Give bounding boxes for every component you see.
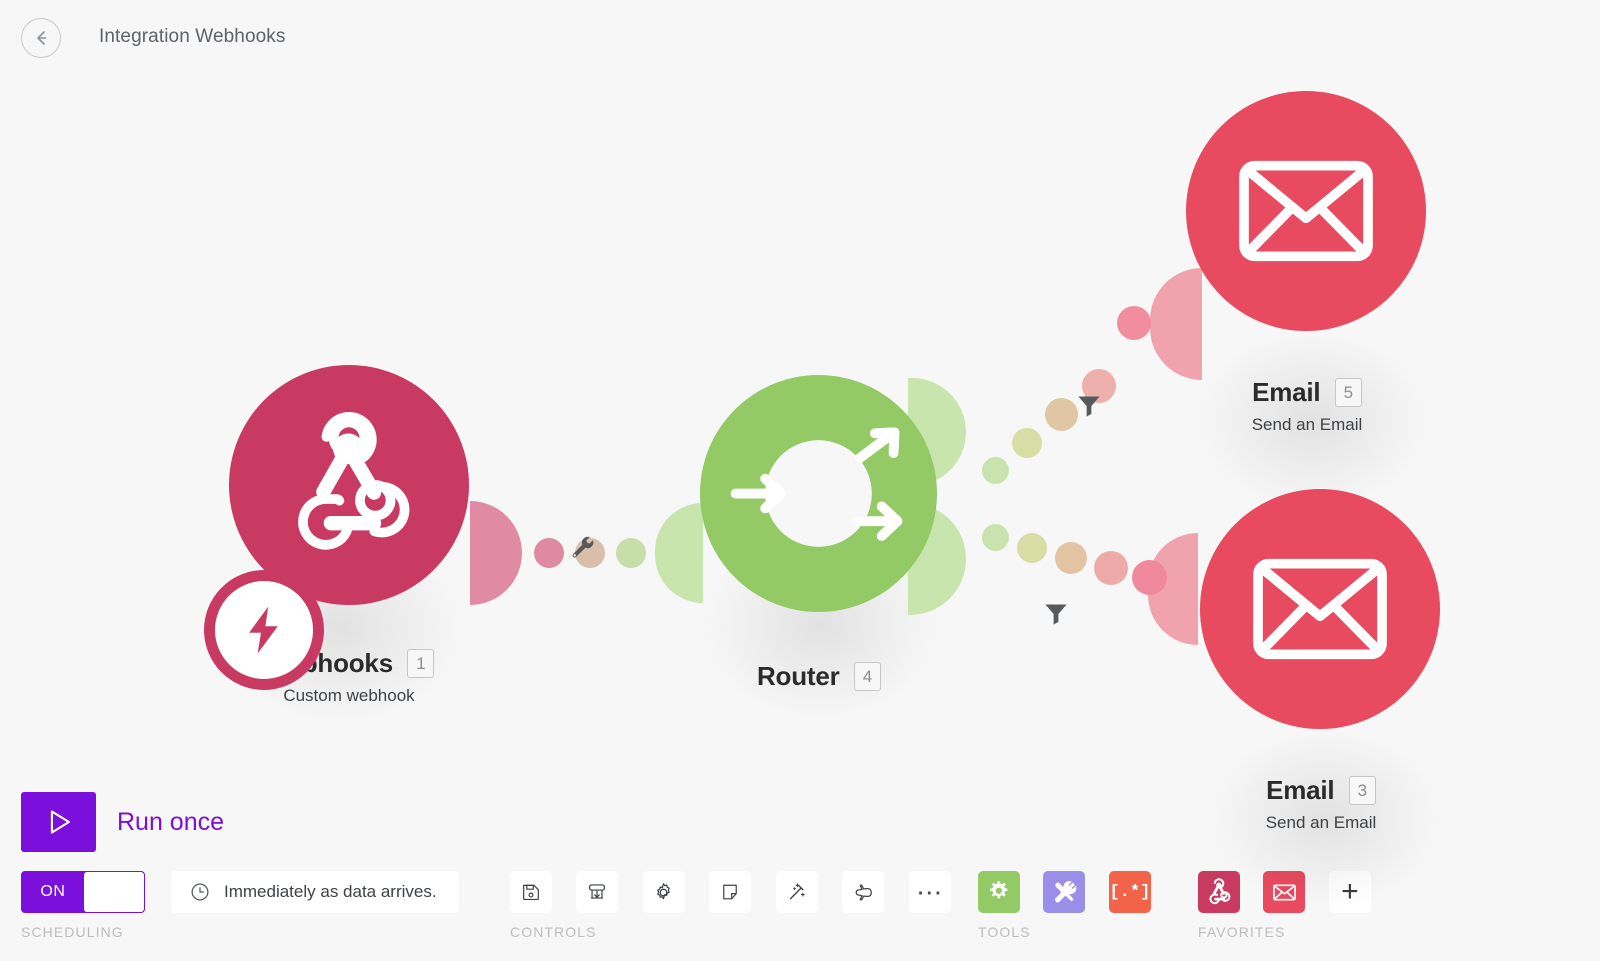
- run-once-button[interactable]: [21, 792, 96, 852]
- envelope-icon: [1273, 883, 1296, 901]
- node-webhooks-circle[interactable]: [229, 365, 469, 605]
- save-button[interactable]: [510, 871, 552, 913]
- flow-canvas[interactable]: Webhooks 1 Custom webhook Router 4 Email…: [0, 78, 1600, 911]
- connector-dot: [1012, 428, 1042, 458]
- input-stub-email-3: [1148, 533, 1198, 645]
- gear-icon: [657, 882, 671, 899]
- run-once-label: Run once: [117, 807, 225, 836]
- node-router-label: Router 4: [698, 661, 940, 692]
- connector-dot: [982, 457, 1009, 484]
- sticky-note-icon: [723, 884, 738, 900]
- node-email-3-circle[interactable]: [1200, 489, 1440, 729]
- clock-icon: [191, 883, 209, 901]
- node-email-3-label: Email 3 Send an Email: [1200, 775, 1442, 833]
- align-down-icon: [589, 884, 606, 899]
- add-favorite-button[interactable]: +: [1328, 871, 1371, 913]
- page-title: Integration Webhooks: [99, 26, 286, 47]
- screwdriver-wrench-icon: [1055, 880, 1077, 902]
- flow-control-button[interactable]: [978, 871, 1020, 913]
- wrench-icon[interactable]: [567, 532, 597, 567]
- favorites-row: +: [1198, 871, 1371, 913]
- input-stub-router: [655, 503, 703, 603]
- auto-align-button[interactable]: [576, 871, 619, 913]
- favorite-webhooks-button[interactable]: [1198, 871, 1240, 913]
- scheduling-toggle-label: ON: [40, 883, 66, 900]
- filter-funnel-icon[interactable]: [1074, 390, 1104, 425]
- webhook-icon: [298, 412, 410, 550]
- tools-row: [.*]: [978, 871, 1170, 913]
- lightning-bolt-icon: [249, 606, 278, 654]
- output-stub-webhooks: [470, 501, 522, 605]
- connector-dot: [1094, 551, 1128, 585]
- node-email-5-label: Email 5 Send an Email: [1186, 377, 1428, 435]
- scheduling-toggle[interactable]: ON: [21, 871, 145, 913]
- tools-button[interactable]: [1043, 871, 1086, 913]
- arrow-left-icon: [37, 31, 47, 45]
- toggle-knob: [84, 872, 144, 912]
- controls-row: ⋯: [510, 871, 971, 913]
- more-options-button[interactable]: ⋯: [908, 871, 951, 913]
- scheduling-group-label: SCHEDULING: [21, 924, 124, 940]
- favorites-group-label: FAVORITES: [1198, 924, 1286, 940]
- run-once-control[interactable]: Run once: [21, 792, 224, 852]
- connector-dot: [1132, 560, 1167, 595]
- node-subtitle: Custom webhook: [283, 686, 415, 705]
- flow-editor-window: Integration Webhooks Webhooks 1 Custom w…: [0, 0, 1600, 961]
- connector-dot: [982, 524, 1009, 551]
- envelope-icon: [1239, 160, 1373, 262]
- magic-wand-icon: [789, 883, 805, 900]
- node-title: Email: [1266, 775, 1335, 805]
- schedule-setting-text: Immediately as data arrives.: [224, 882, 437, 901]
- node-subtitle: Send an Email: [1251, 415, 1363, 434]
- explore-button[interactable]: [842, 871, 885, 913]
- schedule-setting-button[interactable]: Immediately as data arrives.: [171, 871, 459, 913]
- header-bar: Integration Webhooks: [0, 0, 1600, 78]
- connector-dot: [1055, 542, 1087, 574]
- node-subtitle: Send an Email: [1265, 813, 1377, 832]
- regex-brackets-icon: [.*]: [1109, 882, 1151, 902]
- connector-dot: [1017, 533, 1047, 563]
- node-title: Router: [756, 661, 840, 691]
- back-button[interactable]: [21, 18, 61, 58]
- connector-dot: [534, 538, 564, 568]
- tools-group-label: TOOLS: [978, 924, 1031, 940]
- node-router-circle[interactable]: [700, 375, 937, 612]
- input-stub-email-5: [1150, 268, 1202, 380]
- connector-dot: [616, 538, 646, 568]
- play-triangle-icon: [50, 810, 70, 834]
- bottom-toolbar: ON Immediately as data arrives. SCHEDULI…: [0, 866, 1600, 961]
- instant-trigger-badge: [204, 570, 324, 690]
- node-email-5-circle[interactable]: [1186, 91, 1426, 331]
- filter-funnel-icon[interactable]: [1041, 598, 1071, 633]
- node-badge: 5: [1334, 378, 1362, 407]
- auto-layout-button[interactable]: [775, 871, 818, 913]
- paper-plane-icon: [855, 883, 872, 901]
- node-badge: 1: [407, 649, 435, 678]
- gear-icon: [990, 881, 1008, 899]
- router-arrows-icon: [730, 427, 903, 547]
- envelope-icon: [1253, 558, 1387, 660]
- webhook-icon: [1209, 878, 1231, 905]
- text-parser-button[interactable]: [.*]: [1108, 871, 1151, 913]
- favorite-email-button[interactable]: [1263, 871, 1306, 913]
- node-badge: 3: [1348, 776, 1376, 805]
- controls-group-label: CONTROLS: [510, 924, 597, 940]
- note-button[interactable]: [709, 871, 752, 913]
- node-badge: 4: [854, 662, 882, 691]
- floppy-disk-icon: [523, 884, 539, 901]
- node-shadow: [1195, 328, 1430, 513]
- node-title: Email: [1252, 377, 1321, 407]
- connector-dot: [1117, 306, 1151, 340]
- settings-button[interactable]: [642, 871, 685, 913]
